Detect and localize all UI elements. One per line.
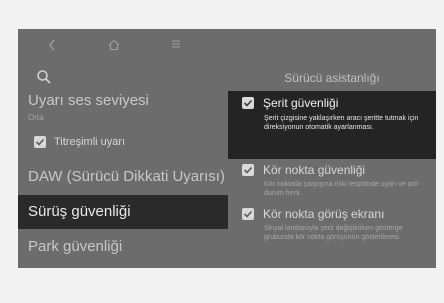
- top-navigation: [18, 29, 228, 65]
- vibration-warning-toggle[interactable]: Titreşimli uyarı: [34, 136, 125, 148]
- chevron-left-icon: [49, 39, 55, 51]
- checkmark-icon: [243, 210, 253, 218]
- menu-item-warning-volume[interactable]: Uyarı ses seviyesi: [18, 91, 228, 111]
- menu-item-driving-safety[interactable]: Sürüş güvenliği: [18, 195, 228, 229]
- menu-item-label: DAW (Sürücü Dikkati Uyarısı): [28, 168, 225, 185]
- checkmark-icon: [243, 99, 253, 107]
- option-label: Kör nokta görüş ekranı: [263, 207, 385, 221]
- blind-spot-view-checkbox[interactable]: [242, 208, 254, 220]
- option-lane-safety[interactable]: Şerit güvenliği Şerit çizgisine yaklaşır…: [228, 91, 436, 159]
- right-panel: Sürücü asistanlığı Şerit güvenliği Şerit…: [228, 29, 436, 268]
- vibration-warning-label: Titreşimli uyarı: [54, 136, 126, 148]
- menu-item-label: Uyarı ses seviyesi: [28, 92, 149, 109]
- hamburger-menu-icon: [172, 40, 180, 48]
- back-button[interactable]: [40, 37, 64, 57]
- menu-item-label: Park güvenliği: [28, 238, 123, 255]
- search-icon: [37, 70, 51, 84]
- option-description: Kör noktada çarpışma riski tespitinde uy…: [264, 181, 419, 197]
- option-header: Şerit güvenliği: [242, 96, 338, 110]
- option-header: Kör nokta güvenliği: [242, 163, 365, 177]
- option-blind-spot-safety[interactable]: Kör nokta güvenliği Kör noktada çarpışma…: [228, 163, 436, 207]
- menu-item-daw[interactable]: DAW (Sürücü Dikkati Uyarısı): [18, 165, 228, 189]
- search-button[interactable]: [36, 69, 54, 87]
- option-label: Kör nokta güvenliği: [263, 163, 366, 177]
- menu-item-parking-safety[interactable]: Park güvenliği: [18, 235, 228, 259]
- menu-item-label: Sürüş güvenliği: [28, 203, 131, 220]
- option-description: Şerit çizgisine yaklaşırken aracı şeritt…: [264, 115, 419, 131]
- panel-title: Sürücü asistanlığı: [284, 71, 380, 85]
- option-blind-spot-view[interactable]: Kör nokta görüş ekranı Sinyal lambasıyla…: [228, 207, 436, 263]
- warning-volume-value: Orta: [28, 113, 44, 122]
- vibration-warning-checkbox[interactable]: [34, 136, 46, 148]
- home-button[interactable]: [102, 37, 126, 57]
- menu-button[interactable]: [164, 37, 188, 57]
- home-icon: [108, 39, 120, 51]
- option-header: Kör nokta görüş ekranı: [242, 207, 384, 221]
- checkmark-icon: [243, 166, 253, 174]
- option-description: Sinyal lambasıyla şerit değiştirirken gö…: [264, 225, 403, 241]
- blind-spot-safety-checkbox[interactable]: [242, 164, 254, 176]
- car-settings-screen: Uyarı ses seviyesi Orta Titreşimli uyarı…: [18, 29, 436, 268]
- left-menu: Uyarı ses seviyesi Orta Titreşimli uyarı…: [18, 29, 228, 268]
- option-label: Şerit güvenliği: [263, 96, 339, 110]
- lane-safety-checkbox[interactable]: [242, 97, 254, 109]
- checkmark-icon: [35, 138, 45, 146]
